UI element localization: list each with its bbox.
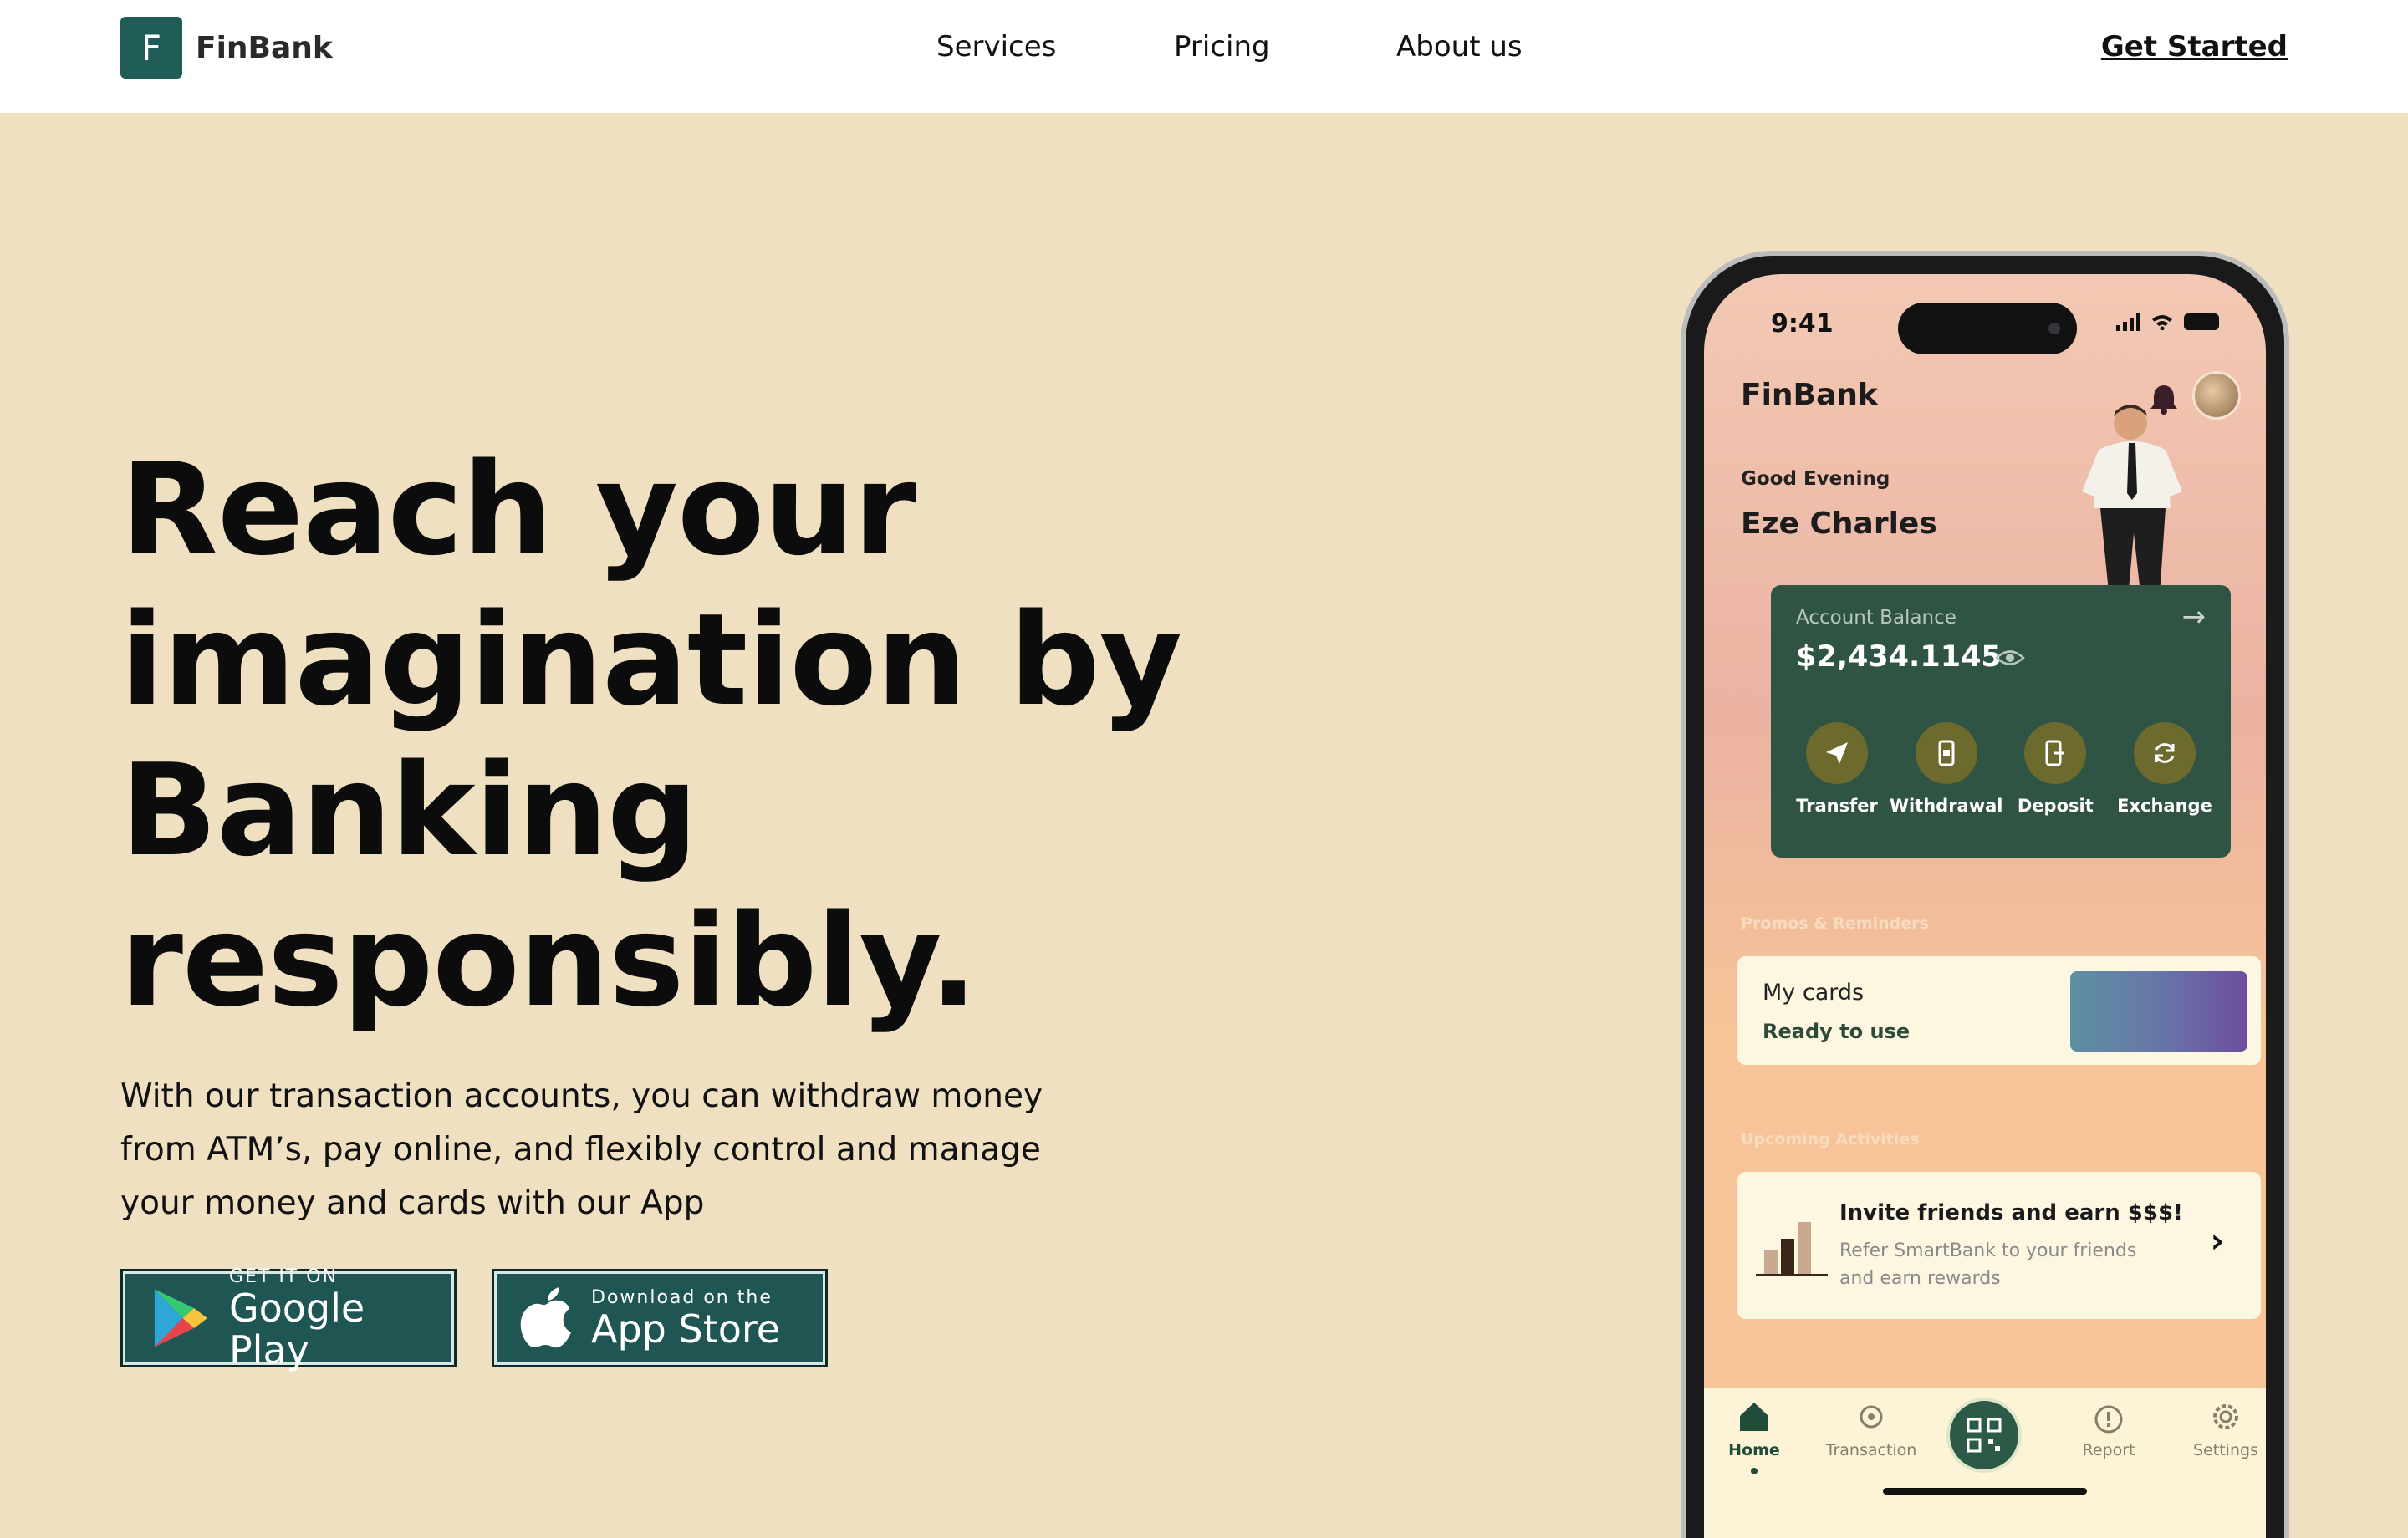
transfer-label: Transfer	[1796, 796, 1878, 816]
google-play-button[interactable]: GET IT ON Google Play	[120, 1266, 457, 1371]
tab-report[interactable]: Report	[2059, 1398, 2159, 1459]
eye-icon[interactable]	[1995, 649, 2025, 667]
balance-card: Account Balance → $2,434.1145 Transfer W…	[1771, 585, 2231, 858]
hero-headline: Reach your imagination by Banking respon…	[120, 435, 1207, 1036]
google-play-small: GET IT ON	[228, 1266, 339, 1287]
balance-label: Account Balance	[1796, 607, 1956, 629]
subtext-line-3: your money and cards with our App	[120, 1184, 705, 1222]
nav-link-about[interactable]: About us	[1396, 30, 1523, 64]
nav-link-pricing[interactable]: Pricing	[1174, 30, 1270, 64]
alert-circle-icon	[2094, 1405, 2123, 1434]
my-cards-title: My cards	[1763, 980, 1865, 1006]
bar-chart-icon	[1756, 1222, 1828, 1276]
google-play-big: Google Play	[228, 1285, 365, 1372]
hero-subtext: With our transaction accounts, you can w…	[120, 1070, 1065, 1230]
headline-line-2: imagination by	[120, 586, 1182, 734]
home-icon	[1740, 1403, 1768, 1431]
tab-report-label: Report	[2082, 1441, 2135, 1459]
subtext-line-2: from ATM’s, pay online, and flexibly con…	[120, 1131, 1041, 1169]
upcoming-title: Upcoming Activities	[1741, 1130, 1920, 1148]
headline-line-3: Banking	[120, 736, 698, 884]
tab-home-label: Home	[1728, 1441, 1780, 1459]
phone-in-icon	[2024, 722, 2087, 784]
google-play-icon	[154, 1289, 208, 1347]
qr-code-icon	[1967, 1418, 2002, 1453]
deposit-label: Deposit	[2017, 796, 2094, 816]
tab-settings[interactable]: Settings	[2176, 1398, 2266, 1459]
balance-actions: Transfer Withdrawal Deposit Exchange	[1783, 722, 2219, 816]
tab-transaction-label: Transaction	[1825, 1441, 1917, 1459]
exchange-button[interactable]: Exchange	[2110, 722, 2219, 816]
arrow-right-icon[interactable]: →	[2182, 600, 2206, 634]
invite-title: Invite friends and earn $$$!	[1839, 1200, 2183, 1225]
top-nav: F FinBank Services Pricing About us Get …	[0, 0, 2408, 113]
tab-home[interactable]: Home	[1704, 1398, 1804, 1474]
tab-bar: Home Transaction Report Settings	[1704, 1388, 2266, 1538]
invite-subtitle: Refer SmartBank to your friends and earn…	[1839, 1237, 2174, 1292]
phone-out-icon	[1915, 722, 1977, 784]
headline-line-4: responsibly.	[120, 887, 977, 1035]
invite-sub-line-1: Refer SmartBank to your friends	[1839, 1240, 2137, 1261]
withdrawal-button[interactable]: Withdrawal	[1889, 722, 2003, 816]
app-store-big: App Store	[591, 1306, 781, 1352]
invite-sub-line-2: and earn rewards	[1839, 1268, 2001, 1289]
my-cards-subtitle: Ready to use	[1763, 1020, 1911, 1043]
battery-icon	[2184, 313, 2219, 330]
app-title: FinBank	[1741, 378, 1878, 412]
invite-card[interactable]: Invite friends and earn $$$! Refer Smart…	[1737, 1172, 2261, 1319]
nav-links: Services Pricing About us	[0, 30, 2408, 72]
nav-link-services[interactable]: Services	[936, 30, 1056, 64]
transfer-button[interactable]: Transfer	[1783, 722, 1891, 816]
get-started-link[interactable]: Get Started	[2101, 30, 2288, 64]
promos-title: Promos & Reminders	[1741, 914, 1929, 933]
dynamic-island	[1898, 303, 2077, 354]
user-name: Eze Charles	[1741, 507, 1937, 541]
credit-cards-illustration	[2070, 971, 2247, 1052]
apple-icon	[520, 1287, 571, 1348]
wifi-icon	[2152, 315, 2172, 330]
refresh-icon	[2133, 722, 2196, 784]
app-store-text: Download on the App Store	[591, 1287, 780, 1350]
tab-settings-label: Settings	[2193, 1441, 2258, 1459]
status-icons	[2116, 313, 2219, 331]
camera-dot	[2048, 323, 2060, 334]
businessman-illustration	[2082, 405, 2182, 609]
google-play-text: GET IT ON Google Play	[229, 1266, 454, 1371]
greeting: Good Evening	[1741, 468, 1890, 490]
chevron-right-icon[interactable]: ›	[2211, 1222, 2224, 1260]
qr-scan-button[interactable]	[1946, 1398, 2022, 1473]
tab-transaction[interactable]: Transaction	[1821, 1398, 1921, 1459]
subtext-line-1: With our transaction accounts, you can w…	[120, 1077, 1043, 1115]
signal-icon	[2116, 313, 2140, 331]
app-store-button[interactable]: Download on the App Store	[492, 1269, 828, 1367]
my-cards-card[interactable]: My cards Ready to use	[1737, 956, 2261, 1065]
transaction-icon	[1860, 1405, 1883, 1429]
headline-line-1: Reach your	[120, 435, 916, 583]
phone-mockup: 9:41 FinBank Good Evening Eze Charles Ac…	[1681, 251, 2289, 1538]
deposit-button[interactable]: Deposit	[2001, 722, 2110, 816]
balance-value: $2,434.1145	[1796, 640, 2002, 674]
active-dot	[1751, 1468, 1758, 1474]
phone-screen: 9:41 FinBank Good Evening Eze Charles Ac…	[1704, 274, 2266, 1538]
app-store-small: Download on the	[591, 1286, 773, 1308]
home-indicator	[1883, 1488, 2087, 1495]
status-time: 9:41	[1771, 309, 1834, 339]
send-icon	[1806, 722, 1868, 784]
withdrawal-label: Withdrawal	[1889, 796, 2003, 816]
gear-icon	[2213, 1404, 2238, 1429]
exchange-label: Exchange	[2117, 796, 2212, 816]
